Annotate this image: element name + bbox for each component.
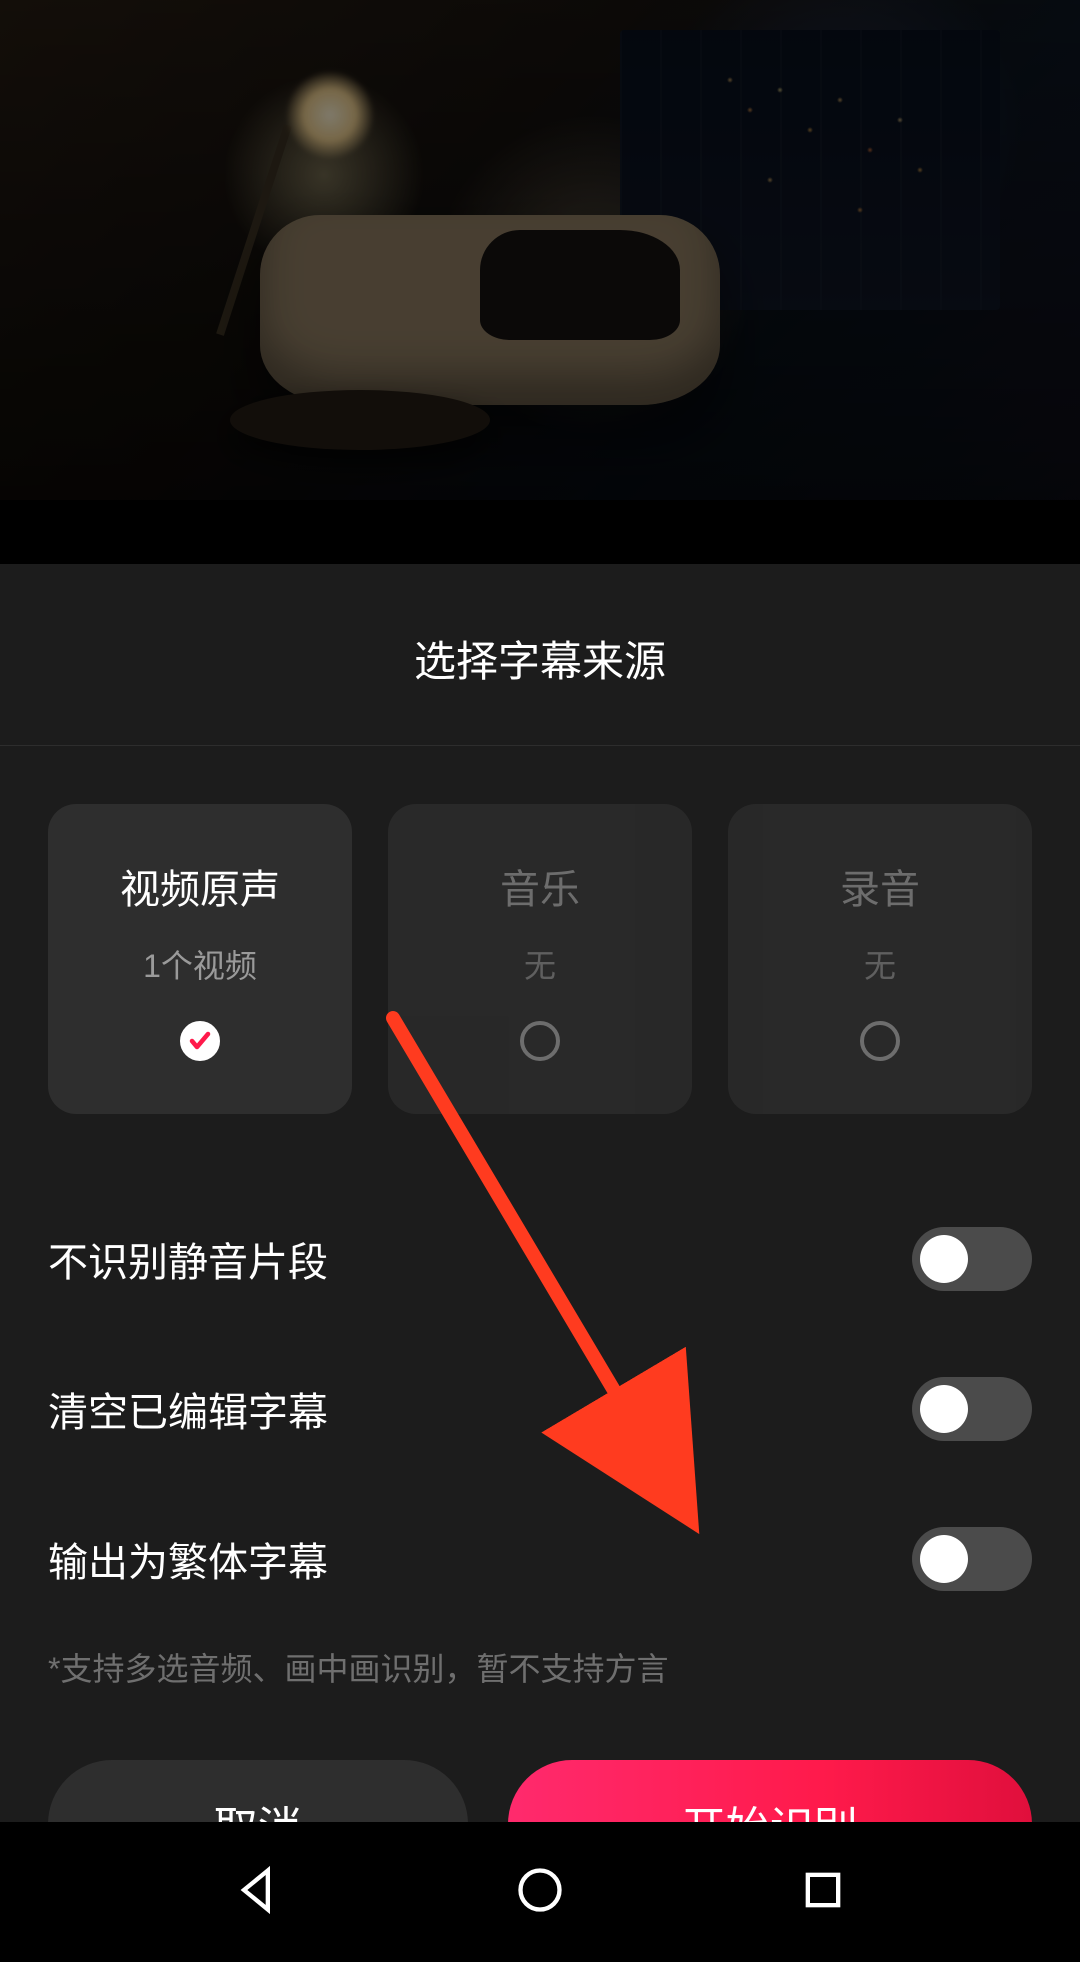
nav-recent-icon[interactable]	[797, 1864, 849, 1921]
source-music[interactable]: 音乐 无	[388, 804, 692, 1114]
source-recording[interactable]: 录音 无	[728, 804, 1032, 1114]
option-label: 清空已编辑字幕	[48, 1380, 328, 1438]
toggle-traditional-output[interactable]	[912, 1527, 1032, 1591]
source-title: 视频原声	[120, 857, 280, 915]
source-video-original[interactable]: 视频原声 1个视频	[48, 804, 352, 1114]
source-subtitle: 1个视频	[143, 941, 257, 987]
sheet-title: 选择字幕来源	[0, 564, 1080, 746]
radio-checked-icon	[180, 1021, 220, 1061]
android-navbar	[0, 1822, 1080, 1962]
source-title: 音乐	[500, 857, 580, 915]
source-cards: 视频原声 1个视频 音乐 无 录音 无	[0, 746, 1080, 1114]
option-skip-silence: 不识别静音片段	[48, 1184, 1032, 1334]
source-subtitle: 无	[864, 941, 896, 987]
source-title: 录音	[840, 857, 920, 915]
switch-knob	[920, 1235, 968, 1283]
dim-overlay	[0, 0, 1080, 500]
subtitle-source-sheet: 选择字幕来源 视频原声 1个视频 音乐 无 录音 无 不识别静音片段 清空已编辑…	[0, 564, 1080, 1962]
nav-back-icon[interactable]	[231, 1864, 283, 1921]
option-clear-edited: 清空已编辑字幕	[48, 1334, 1032, 1484]
video-preview	[0, 0, 1080, 500]
support-hint: *支持多选音频、画中画识别，暂不支持方言	[0, 1634, 1080, 1690]
radio-unchecked-icon	[860, 1021, 900, 1061]
option-label: 输出为繁体字幕	[48, 1530, 328, 1588]
toggle-clear-edited[interactable]	[912, 1377, 1032, 1441]
option-traditional-output: 输出为繁体字幕	[48, 1484, 1032, 1634]
nav-home-icon[interactable]	[514, 1864, 566, 1921]
toggle-skip-silence[interactable]	[912, 1227, 1032, 1291]
source-subtitle: 无	[524, 941, 556, 987]
option-list: 不识别静音片段 清空已编辑字幕 输出为繁体字幕	[0, 1114, 1080, 1634]
switch-knob	[920, 1385, 968, 1433]
switch-knob	[920, 1535, 968, 1583]
radio-unchecked-icon	[520, 1021, 560, 1061]
option-label: 不识别静音片段	[48, 1230, 328, 1288]
